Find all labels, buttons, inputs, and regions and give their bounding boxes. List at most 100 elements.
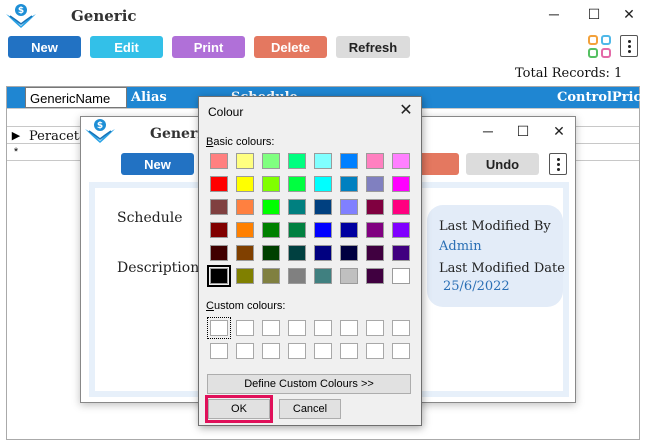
custom-colour-slot[interactable]	[207, 317, 231, 339]
more-menu-icon[interactable]	[620, 35, 638, 57]
print-button[interactable]: Print	[172, 36, 245, 58]
new-row-icon[interactable]: *	[7, 142, 25, 162]
basic-colour-swatch[interactable]	[262, 153, 280, 169]
maximize-button[interactable]: ☐	[582, 4, 606, 24]
basic-colour-swatch[interactable]	[288, 222, 306, 238]
basic-colour-swatch[interactable]	[210, 222, 228, 238]
custom-colour-slot[interactable]	[236, 320, 254, 336]
last-modified-by-value: Admin	[439, 239, 482, 254]
basic-colour-swatch[interactable]	[288, 199, 306, 215]
custom-colour-slot[interactable]	[262, 343, 280, 359]
form-close-button[interactable]: ✕	[547, 121, 571, 141]
basic-colour-swatch[interactable]	[366, 199, 384, 215]
basic-colour-swatch[interactable]	[262, 176, 280, 192]
basic-colour-swatch[interactable]	[236, 268, 254, 284]
basic-colour-swatch[interactable]	[236, 245, 254, 261]
custom-colour-slot[interactable]	[210, 343, 228, 359]
define-custom-colours-button[interactable]: Define Custom Colours >>	[207, 374, 411, 394]
column-header-genericname[interactable]: GenericName	[25, 87, 127, 108]
colour-dialog: Colour ✕ Basic colours: Custom colours: …	[198, 96, 422, 426]
basic-colour-swatch[interactable]	[366, 176, 384, 192]
custom-colour-slot[interactable]	[314, 343, 332, 359]
basic-colour-swatch[interactable]	[236, 176, 254, 192]
minimize-button[interactable]: ─	[542, 4, 566, 24]
basic-colour-swatch[interactable]	[262, 222, 280, 238]
app-grid-icon[interactable]	[588, 35, 612, 59]
basic-colour-swatch[interactable]	[236, 153, 254, 169]
description-label: Description	[117, 260, 200, 276]
form-maximize-button[interactable]: ☐	[511, 121, 535, 141]
form-minimize-button[interactable]: ─	[476, 121, 500, 141]
basic-colour-swatch[interactable]	[340, 153, 358, 169]
custom-colours-label: Custom colours:	[206, 300, 286, 312]
custom-colour-slot[interactable]	[366, 320, 384, 336]
cancel-button[interactable]: Cancel	[279, 399, 341, 419]
basic-colour-swatch[interactable]	[314, 245, 332, 261]
basic-colour-swatch[interactable]	[392, 268, 410, 284]
delete-button[interactable]: Delete	[254, 36, 327, 58]
column-header-controlprice[interactable]: ControlPrice	[553, 87, 646, 108]
custom-colour-slot[interactable]	[392, 343, 410, 359]
basic-colour-swatch[interactable]	[288, 153, 306, 169]
close-button[interactable]: ✕	[617, 4, 641, 24]
basic-colour-swatch[interactable]	[314, 176, 332, 192]
basic-colour-swatch[interactable]	[392, 199, 410, 215]
basic-colour-swatch[interactable]	[210, 245, 228, 261]
basic-colours-label: Basic colours:	[206, 136, 275, 148]
basic-colour-swatch[interactable]	[314, 199, 332, 215]
custom-colour-slot[interactable]	[236, 343, 254, 359]
basic-colour-swatch[interactable]	[236, 199, 254, 215]
basic-colour-swatch[interactable]	[288, 268, 306, 284]
basic-colour-swatch[interactable]	[236, 222, 254, 238]
schedule-label: Schedule	[117, 210, 183, 226]
last-modified-by-label: Last Modified By	[439, 219, 551, 234]
basic-colour-swatch[interactable]	[288, 245, 306, 261]
basic-colour-swatch[interactable]	[314, 153, 332, 169]
custom-colour-slot[interactable]	[314, 320, 332, 336]
form-more-menu-icon[interactable]	[549, 153, 567, 175]
basic-colour-swatch[interactable]	[340, 268, 358, 284]
basic-colour-swatch[interactable]	[210, 153, 228, 169]
basic-colour-swatch[interactable]	[392, 176, 410, 192]
last-modified-date-value: 25/6/2022	[443, 279, 510, 294]
form-new-button[interactable]: New	[121, 153, 194, 175]
basic-colour-swatch[interactable]	[288, 176, 306, 192]
basic-colour-swatch[interactable]	[210, 199, 228, 215]
dialog-title: Colour	[208, 105, 244, 119]
basic-colour-swatch[interactable]	[366, 245, 384, 261]
custom-colour-slot[interactable]	[288, 343, 306, 359]
app-logo-icon: $	[4, 2, 38, 28]
dialog-close-icon[interactable]: ✕	[397, 102, 415, 120]
basic-colour-swatch[interactable]	[366, 153, 384, 169]
basic-colour-swatch[interactable]	[392, 222, 410, 238]
basic-colour-swatch[interactable]	[340, 199, 358, 215]
custom-colour-slot[interactable]	[340, 343, 358, 359]
table-cell-genericname[interactable]: Peraceta	[29, 129, 87, 144]
basic-colour-swatch[interactable]	[262, 268, 280, 284]
custom-colour-slot[interactable]	[340, 320, 358, 336]
undo-button[interactable]: Undo	[466, 153, 539, 175]
basic-colour-swatch[interactable]	[262, 245, 280, 261]
basic-colour-swatch[interactable]	[210, 176, 228, 192]
custom-colour-slot[interactable]	[366, 343, 384, 359]
basic-colour-swatch[interactable]	[392, 153, 410, 169]
basic-colour-swatch[interactable]	[366, 222, 384, 238]
new-button[interactable]: New	[8, 36, 81, 58]
basic-colour-swatch[interactable]	[392, 245, 410, 261]
custom-colour-slot[interactable]	[288, 320, 306, 336]
basic-colour-swatch[interactable]	[207, 265, 231, 287]
svg-text:$: $	[97, 121, 103, 131]
basic-colour-swatch[interactable]	[366, 268, 384, 284]
basic-colour-swatch[interactable]	[262, 199, 280, 215]
audit-info-card: Last Modified By Admin Last Modified Dat…	[427, 205, 565, 307]
edit-button[interactable]: Edit	[90, 36, 163, 58]
custom-colour-slot[interactable]	[262, 320, 280, 336]
basic-colour-swatch[interactable]	[314, 222, 332, 238]
custom-colour-slot[interactable]	[392, 320, 410, 336]
basic-colour-swatch[interactable]	[314, 268, 332, 284]
basic-colour-swatch[interactable]	[340, 245, 358, 261]
basic-colour-swatch[interactable]	[340, 176, 358, 192]
ok-button[interactable]: OK	[208, 399, 270, 419]
basic-colour-swatch[interactable]	[340, 222, 358, 238]
refresh-button[interactable]: Refresh	[336, 36, 410, 58]
